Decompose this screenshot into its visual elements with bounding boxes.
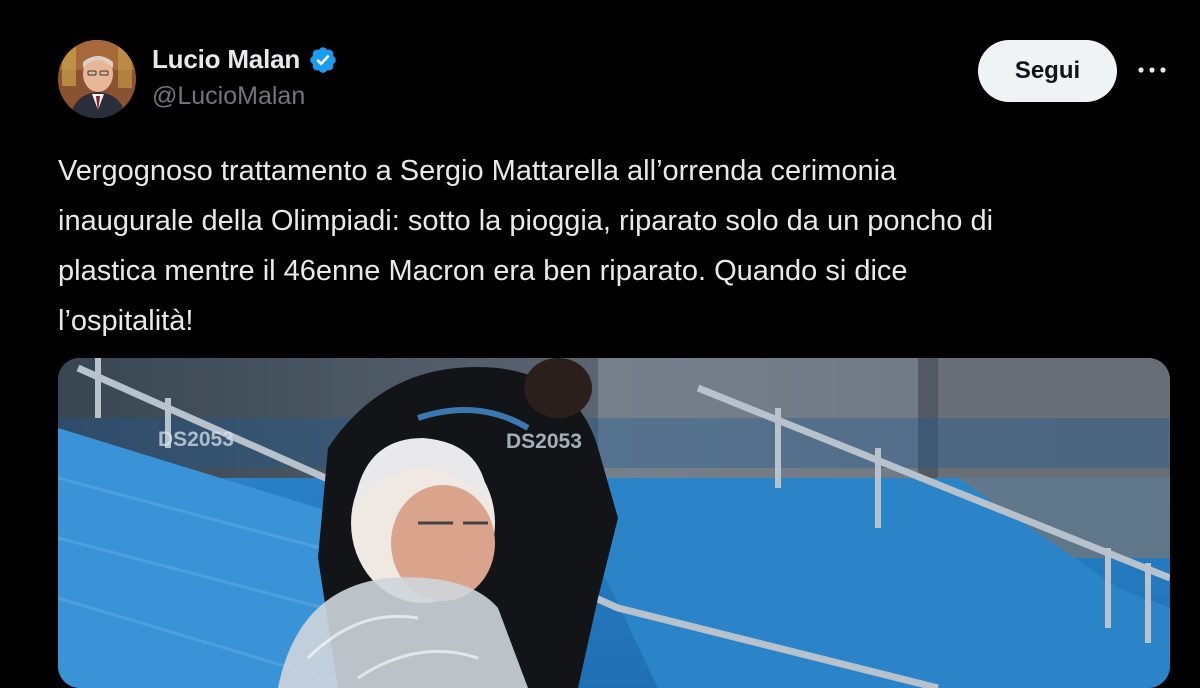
- more-options-button[interactable]: [1134, 52, 1170, 88]
- author-display-name[interactable]: Lucio Malan: [152, 44, 300, 75]
- verified-badge-icon[interactable]: [308, 45, 338, 75]
- avatar[interactable]: [58, 40, 136, 118]
- image-watermark: DS2053: [158, 428, 234, 451]
- more-horizontal-icon: [1138, 67, 1166, 73]
- tweet-media-image[interactable]: DS2053 DS2053: [58, 358, 1170, 688]
- avatar-photo: [58, 40, 136, 118]
- follow-button[interactable]: Segui: [978, 40, 1117, 102]
- author-name-row: Lucio Malan: [152, 44, 338, 75]
- author-handle[interactable]: @LucioMalan: [152, 82, 305, 111]
- tweet-text: Vergognoso trattamento a Sergio Mattarel…: [58, 155, 994, 337]
- photo-scene: [58, 358, 1170, 688]
- image-watermark: DS2053: [506, 430, 582, 453]
